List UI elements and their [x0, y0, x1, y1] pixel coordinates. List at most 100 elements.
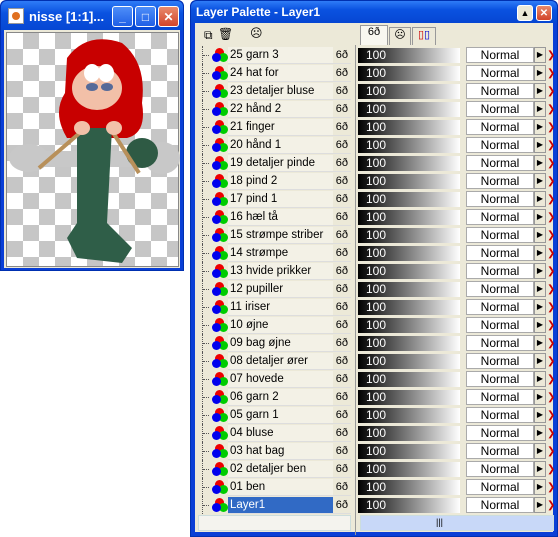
layer-row[interactable]: 12 pupiller 6ð: [198, 280, 351, 298]
blend-dropdown-arrow-icon[interactable]: ▶: [534, 335, 546, 351]
visibility-toggle-icon[interactable]: 6ð: [332, 100, 351, 117]
palette-titlebar[interactable]: Layer Palette - Layer1: [191, 1, 557, 23]
opacity-slider[interactable]: 100: [358, 83, 460, 99]
blend-mode-select[interactable]: Normal: [466, 461, 534, 477]
layer-row[interactable]: 08 detaljer ører 6ð: [198, 352, 351, 370]
lock-icon[interactable]: ❯: [547, 158, 555, 169]
tab-groups[interactable]: ▯▯: [412, 27, 436, 45]
blend-mode-select[interactable]: Normal: [466, 407, 534, 423]
layer-row[interactable]: 25 garn 3 6ð: [198, 46, 351, 64]
visibility-toggle-icon[interactable]: 6ð: [332, 496, 351, 513]
layer-name[interactable]: 21 finger 6ð: [228, 118, 351, 136]
blend-mode-select[interactable]: Normal: [466, 83, 534, 99]
blend-dropdown-arrow-icon[interactable]: ▶: [534, 389, 546, 405]
layer-row[interactable]: 20 hånd 1 6ð: [198, 136, 351, 154]
opacity-slider[interactable]: 100: [358, 227, 460, 243]
lock-icon[interactable]: ❯: [547, 392, 555, 403]
opacity-slider[interactable]: 100: [358, 101, 460, 117]
visibility-toggle-icon[interactable]: 6ð: [332, 316, 351, 333]
opacity-slider[interactable]: 100: [358, 281, 460, 297]
rollup-button[interactable]: ▲: [517, 5, 533, 21]
layer-name[interactable]: 23 detaljer bluse 6ð: [228, 82, 351, 100]
layer-name[interactable]: 24 hat for 6ð: [228, 64, 351, 82]
layer-row[interactable]: 15 strømpe striber 6ð: [198, 226, 351, 244]
layer-name[interactable]: 10 øjne 6ð: [228, 316, 351, 334]
maximize-button[interactable]: □: [135, 6, 156, 27]
opacity-slider[interactable]: 100: [358, 155, 460, 171]
visibility-toggle-icon[interactable]: 6ð: [332, 46, 351, 63]
tab-mask[interactable]: ☹: [389, 27, 411, 45]
visibility-toggle-icon[interactable]: 6ð: [332, 334, 351, 351]
blend-mode-select[interactable]: Normal: [466, 173, 534, 189]
layer-row[interactable]: 01 ben 6ð: [198, 478, 351, 496]
blend-mode-select[interactable]: Normal: [466, 353, 534, 369]
visibility-toggle-icon[interactable]: 6ð: [332, 370, 351, 387]
blend-mode-select[interactable]: Normal: [466, 137, 534, 153]
lock-icon[interactable]: ❯: [547, 176, 555, 187]
blend-mode-select[interactable]: Normal: [466, 65, 534, 81]
opacity-slider[interactable]: 100: [358, 443, 460, 459]
visibility-toggle-icon[interactable]: 6ð: [332, 352, 351, 369]
blend-dropdown-arrow-icon[interactable]: ▶: [534, 299, 546, 315]
visibility-toggle-icon[interactable]: 6ð: [332, 136, 351, 153]
layer-row[interactable]: Layer1 6ð: [198, 496, 351, 514]
blend-dropdown-arrow-icon[interactable]: ▶: [534, 317, 546, 333]
opacity-slider[interactable]: 100: [358, 317, 460, 333]
layer-name[interactable]: 12 pupiller 6ð: [228, 280, 351, 298]
blend-mode-select[interactable]: Normal: [466, 101, 534, 117]
lock-icon[interactable]: ❯: [547, 500, 555, 511]
layer-name[interactable]: 20 hånd 1 6ð: [228, 136, 351, 154]
layer-name[interactable]: 06 garn 2 6ð: [228, 388, 351, 406]
visibility-toggle-icon[interactable]: 6ð: [332, 424, 351, 441]
palette-close-button[interactable]: ✕: [536, 5, 552, 21]
lock-icon[interactable]: ❯: [547, 140, 555, 151]
blend-dropdown-arrow-icon[interactable]: ▶: [534, 119, 546, 135]
lock-icon[interactable]: ❯: [547, 266, 555, 277]
opacity-slider[interactable]: 100: [358, 47, 460, 63]
visibility-toggle-icon[interactable]: 6ð: [332, 154, 351, 171]
blend-dropdown-arrow-icon[interactable]: ▶: [534, 101, 546, 117]
image-canvas[interactable]: [6, 32, 180, 267]
blend-dropdown-arrow-icon[interactable]: ▶: [534, 353, 546, 369]
lock-icon[interactable]: ❯: [547, 464, 555, 475]
lock-icon[interactable]: ❯: [547, 50, 555, 61]
layer-name[interactable]: 17 pind 1 6ð: [228, 190, 351, 208]
blend-dropdown-arrow-icon[interactable]: ▶: [534, 407, 546, 423]
layer-name[interactable]: 02 detaljer ben 6ð: [228, 460, 351, 478]
blend-dropdown-arrow-icon[interactable]: ▶: [534, 227, 546, 243]
lock-icon[interactable]: ❯: [547, 302, 555, 313]
visibility-toggle-icon[interactable]: 6ð: [332, 82, 351, 99]
layer-row[interactable]: 03 hat bag 6ð: [198, 442, 351, 460]
blend-dropdown-arrow-icon[interactable]: ▶: [534, 281, 546, 297]
lock-icon[interactable]: ❯: [547, 320, 555, 331]
blend-dropdown-arrow-icon[interactable]: ▶: [534, 83, 546, 99]
blend-mode-select[interactable]: Normal: [466, 443, 534, 459]
blend-mode-select[interactable]: Normal: [466, 281, 534, 297]
layer-row[interactable]: 19 detaljer pinde 6ð: [198, 154, 351, 172]
lock-icon[interactable]: ❯: [547, 284, 555, 295]
layer-name[interactable]: 01 ben 6ð: [228, 478, 351, 496]
visibility-toggle-icon[interactable]: 6ð: [332, 280, 351, 297]
blend-dropdown-arrow-icon[interactable]: ▶: [534, 371, 546, 387]
blend-dropdown-arrow-icon[interactable]: ▶: [534, 47, 546, 63]
blend-dropdown-arrow-icon[interactable]: ▶: [534, 461, 546, 477]
opacity-slider[interactable]: 100: [358, 173, 460, 189]
opacity-slider[interactable]: 100: [358, 425, 460, 441]
layer-row[interactable]: 05 garn 1 6ð: [198, 406, 351, 424]
layer-row[interactable]: 10 øjne 6ð: [198, 316, 351, 334]
layer-name[interactable]: 15 strømpe striber 6ð: [228, 226, 351, 244]
lock-icon[interactable]: ❯: [547, 338, 555, 349]
duplicate-layer-icon[interactable]: ⧉: [204, 28, 213, 43]
layer-row[interactable]: 24 hat for 6ð: [198, 64, 351, 82]
lock-icon[interactable]: ❯: [547, 482, 555, 493]
layer-name[interactable]: 07 hovede 6ð: [228, 370, 351, 388]
lock-icon[interactable]: ❯: [547, 68, 555, 79]
visibility-toggle-icon[interactable]: 6ð: [332, 226, 351, 243]
opacity-slider[interactable]: 100: [358, 137, 460, 153]
layer-name[interactable]: 04 bluse 6ð: [228, 424, 351, 442]
blend-mode-select[interactable]: Normal: [466, 227, 534, 243]
opacity-slider[interactable]: 100: [358, 389, 460, 405]
blend-mode-select[interactable]: Normal: [466, 479, 534, 495]
layer-name[interactable]: 22 hånd 2 6ð: [228, 100, 351, 118]
layer-row[interactable]: 16 hæl tå 6ð: [198, 208, 351, 226]
